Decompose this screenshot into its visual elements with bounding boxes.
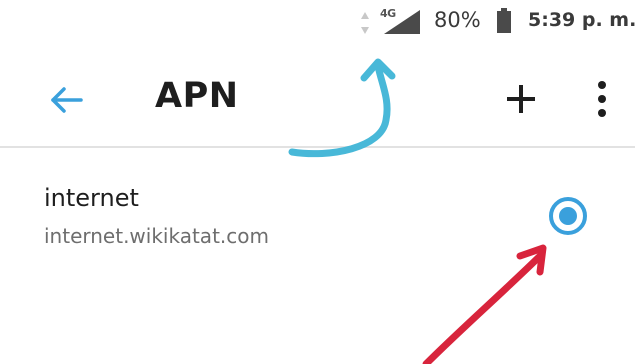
add-icon[interactable] <box>503 81 539 117</box>
back-arrow-icon[interactable] <box>45 80 85 120</box>
apn-address: internet.wikikatat.com <box>44 224 269 248</box>
status-bar: 4G 80% 5:39 p. m. <box>0 0 635 44</box>
battery-percentage: 80% <box>434 8 481 32</box>
app-bar: APN <box>0 60 635 144</box>
battery-icon <box>497 8 511 33</box>
apn-selected-radio-icon[interactable] <box>546 194 590 238</box>
data-activity-icon <box>361 12 369 34</box>
red-annotation-arrow <box>422 252 544 364</box>
network-type-label: 4G <box>380 7 396 20</box>
more-vert-icon[interactable] <box>590 78 614 120</box>
apn-list-item[interactable]: internet internet.wikikatat.com <box>0 170 635 260</box>
apn-settings-screen: 4G 80% 5:39 p. m. APN internet internet.… <box>0 0 635 364</box>
status-clock: 5:39 p. m. <box>528 9 635 31</box>
page-title: APN <box>155 76 239 116</box>
app-bar-divider <box>0 146 635 148</box>
apn-name: internet <box>44 184 139 212</box>
